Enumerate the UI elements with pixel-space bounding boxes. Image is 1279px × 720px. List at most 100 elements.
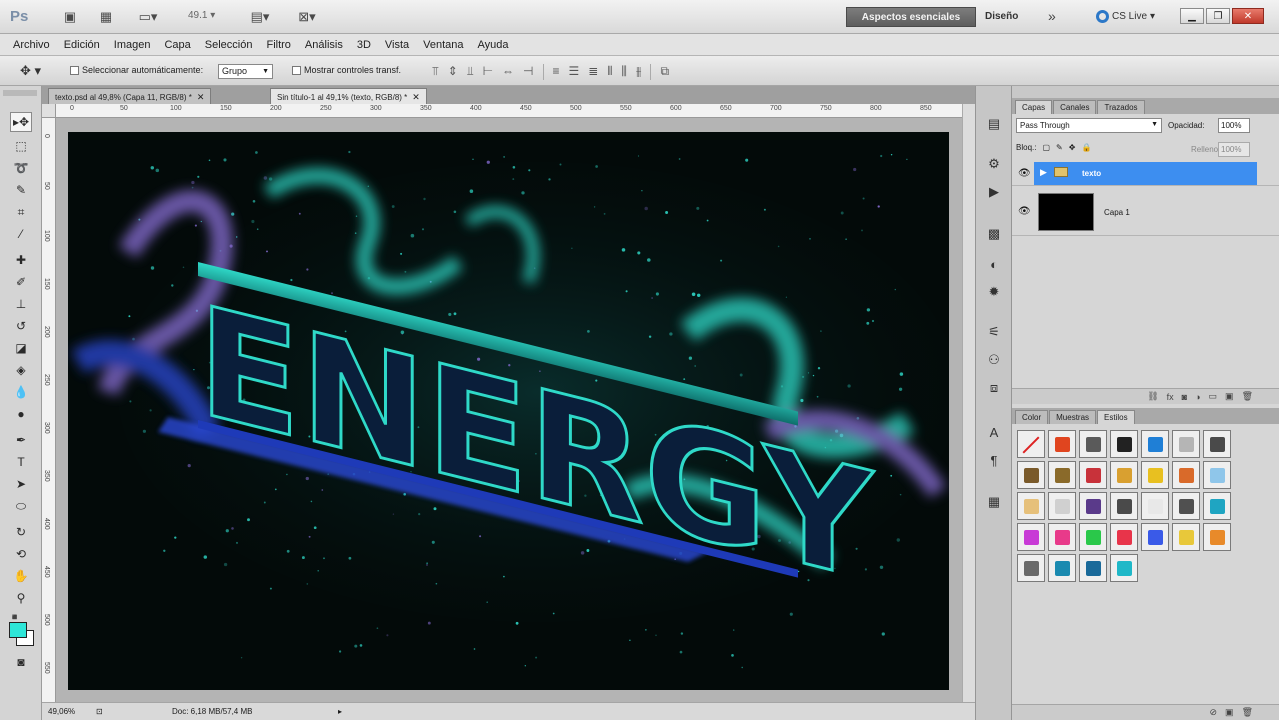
move-tool-preset-picker[interactable]: ✥ ▾ [20, 63, 41, 79]
expand-triangle-icon[interactable]: ▶ [1040, 167, 1047, 178]
hand-tool[interactable]: ✋ [10, 566, 32, 586]
restore-button[interactable]: ❐ [1206, 8, 1230, 24]
path-selection-tool[interactable]: ➤ [10, 474, 32, 494]
menu-edicion[interactable]: Edición [64, 39, 100, 51]
menu-seleccion[interactable]: Selección [205, 39, 253, 51]
tab-paths[interactable]: Trazados [1097, 100, 1145, 114]
workspace-overflow-button[interactable]: » [1048, 8, 1056, 24]
type-panel-button[interactable]: A [984, 422, 1004, 442]
align-vcenter-icon[interactable]: ⇕ [448, 64, 458, 80]
delete-style-icon[interactable]: 🗑 [1242, 707, 1253, 718]
type-tool[interactable]: T [10, 452, 32, 472]
toolbox-grip[interactable] [3, 90, 37, 96]
clear-style-icon[interactable]: ⊘ [1210, 707, 1218, 718]
zoom-level-dropdown[interactable]: 49.1 ▾ [188, 10, 215, 21]
crop-tool[interactable]: ⌗ [10, 202, 32, 222]
history-panel-button[interactable]: ▤ [984, 114, 1004, 134]
delete-layer-icon[interactable]: 🗑 [1242, 391, 1253, 402]
healing-brush-tool[interactable]: ✚ [10, 250, 32, 270]
menu-3d[interactable]: 3D [357, 39, 371, 51]
foreground-color-swatch[interactable] [9, 622, 27, 638]
3d-orbit-tool[interactable]: ⟲ [10, 544, 32, 564]
gradient-tool[interactable]: ◈ [10, 360, 32, 380]
new-group-icon[interactable]: ▭ [1209, 391, 1218, 402]
style-swatch[interactable] [1048, 523, 1076, 551]
vertical-ruler[interactable]: 0 50 100 150 200 250 300 350 400 450 500 550 [42, 118, 56, 702]
minimize-button[interactable]: ▁ [1180, 8, 1204, 24]
shape-tool[interactable]: ⬭ [10, 496, 32, 516]
lasso-tool[interactable]: ➰ [10, 158, 32, 178]
visibility-eye-icon[interactable]: 👁 [1018, 206, 1031, 217]
layer-row-capa-1[interactable]: 👁 Capa 1 [1012, 190, 1279, 236]
menu-filtro[interactable]: Filtro [266, 39, 290, 51]
style-swatch[interactable] [1048, 461, 1076, 489]
tab-channels[interactable]: Canales [1053, 100, 1097, 114]
history-brush-tool[interactable]: ↺ [10, 316, 32, 336]
close-tab-icon[interactable]: ✕ [412, 92, 420, 102]
layer-style-icon[interactable]: fx [1167, 392, 1174, 402]
lock-pixels-icon[interactable]: ✎ [1056, 143, 1063, 152]
eraser-tool[interactable]: ◪ [10, 338, 32, 358]
distribute-top-icon[interactable]: ≡ [553, 64, 560, 80]
clone-stamp-tool[interactable]: ⊥ [10, 294, 32, 314]
mini-bridge-button[interactable]: ▦ [96, 8, 116, 26]
distribute-bottom-icon[interactable]: ≣ [588, 64, 598, 80]
blend-mode-dropdown[interactable]: Pass Through [1016, 118, 1162, 133]
close-tab-icon[interactable]: ✕ [197, 92, 205, 102]
style-swatch[interactable] [1079, 492, 1107, 520]
notes-panel-button[interactable]: ▦ [984, 492, 1004, 512]
new-layer-icon[interactable]: ▣ [1225, 391, 1234, 402]
style-swatch[interactable] [1017, 461, 1045, 489]
menu-analisis[interactable]: Análisis [305, 39, 343, 51]
style-swatch[interactable] [1017, 430, 1045, 458]
3d-panel-button[interactable]: ✹ [984, 282, 1004, 302]
distribute-hcenter-icon[interactable]: ⫼ [621, 64, 627, 80]
brush-tool[interactable]: ✐ [10, 272, 32, 292]
workspace-essentials-button[interactable]: Aspectos esenciales [846, 7, 976, 27]
clone-source-button[interactable]: ⚇ [984, 350, 1004, 370]
document-tab-texto[interactable]: texto.psd al 49,8% (Capa 11, RGB/8) * ✕ [48, 88, 212, 104]
tab-swatches[interactable]: Muestras [1049, 410, 1097, 424]
menu-archivo[interactable]: Archivo [13, 39, 50, 51]
style-swatch[interactable] [1172, 523, 1200, 551]
dodge-tool[interactable]: ● [10, 404, 32, 424]
opacity-field[interactable]: 100% [1218, 118, 1250, 133]
menu-vista[interactable]: Vista [385, 39, 409, 51]
tab-color[interactable]: Color [1015, 410, 1049, 424]
visibility-eye-icon[interactable]: 👁 [1018, 168, 1031, 179]
ruler-origin[interactable] [42, 104, 56, 118]
auto-align-icon[interactable]: ⧉ [660, 64, 669, 80]
style-swatch[interactable] [1172, 430, 1200, 458]
menu-imagen[interactable]: Imagen [114, 39, 151, 51]
arrange-documents-button[interactable]: ▤▾ [244, 8, 276, 26]
layer-name[interactable]: texto [1082, 169, 1101, 178]
layer-row-texto[interactable]: 👁 ▶ texto [1012, 162, 1279, 186]
style-swatch[interactable] [1048, 430, 1076, 458]
horizontal-ruler[interactable]: 0 50 100 150 200 250 300 350 400 450 500 550 600 650 7… [56, 104, 962, 118]
style-swatch[interactable] [1203, 461, 1231, 489]
layer-name[interactable]: Capa 1 [1104, 208, 1130, 217]
workspace-design-button[interactable]: Diseño [985, 11, 1018, 22]
add-mask-icon[interactable]: ◙ [1182, 392, 1187, 402]
style-swatch[interactable] [1110, 430, 1138, 458]
quick-mask-button[interactable]: ◙ [10, 652, 32, 672]
status-info-icon[interactable]: ⊡ [96, 707, 103, 716]
style-swatch[interactable] [1203, 492, 1231, 520]
view-extras-button[interactable]: ▭▾ [132, 8, 164, 26]
distribute-right-icon[interactable]: ⫵ [636, 64, 642, 80]
tab-styles[interactable]: Estilos [1097, 410, 1135, 424]
menu-capa[interactable]: Capa [164, 39, 190, 51]
brushes-panel-button[interactable]: ⚟ [984, 322, 1004, 342]
layer-body[interactable]: ▶ texto [1034, 162, 1257, 185]
style-swatch[interactable] [1110, 523, 1138, 551]
distribute-left-icon[interactable]: ⫴ [607, 64, 612, 80]
align-right-icon[interactable]: ⊣ [523, 64, 533, 80]
style-swatch[interactable] [1017, 554, 1045, 582]
masks-panel-button[interactable]: ◐ [984, 254, 1004, 274]
style-swatch[interactable] [1079, 430, 1107, 458]
style-swatch[interactable] [1110, 554, 1138, 582]
vertical-scrollbar[interactable] [962, 104, 975, 702]
pen-tool[interactable]: ✒ [10, 430, 32, 450]
style-swatch[interactable] [1141, 523, 1169, 551]
quick-selection-tool[interactable]: ✎ [10, 180, 32, 200]
